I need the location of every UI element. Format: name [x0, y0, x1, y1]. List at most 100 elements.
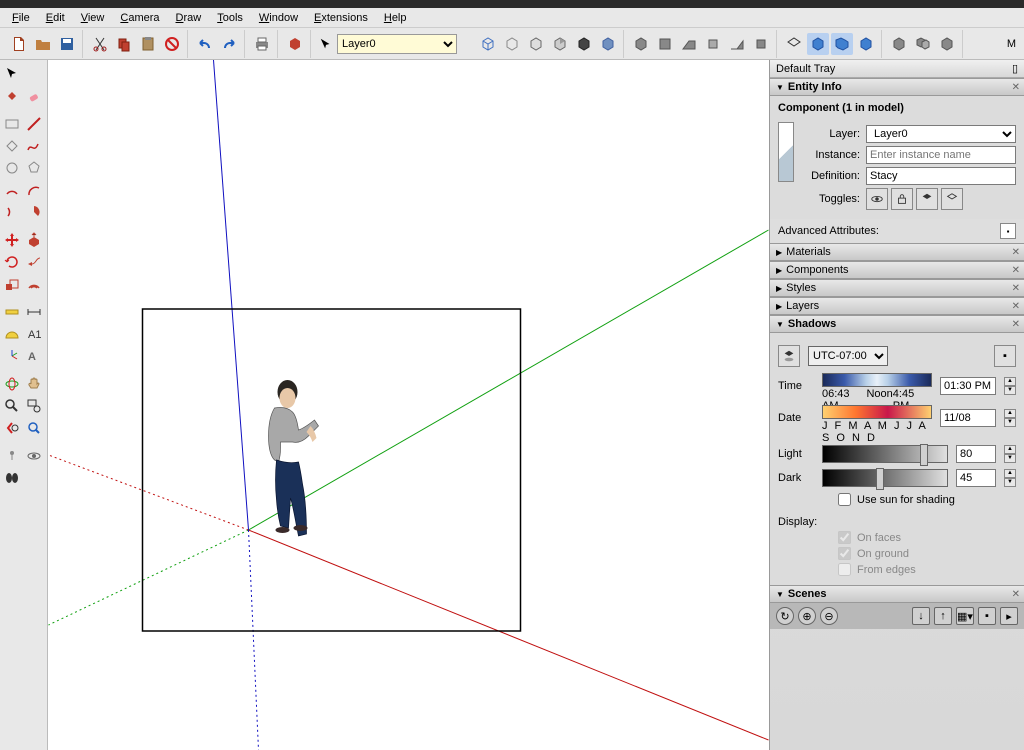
toggle-shadows-recv[interactable]: [941, 188, 963, 210]
zoom-prev-tool[interactable]: [2, 418, 22, 438]
menu-draw[interactable]: Draw: [168, 10, 210, 26]
axes-tool[interactable]: [2, 346, 22, 366]
make-component-button[interactable]: [24, 64, 44, 84]
shadows-settings-button[interactable]: ▪: [994, 345, 1016, 367]
light-slider[interactable]: [822, 445, 948, 463]
style-wire-button[interactable]: [477, 33, 499, 55]
panel-materials-head[interactable]: ▶Materials✕: [770, 243, 1024, 261]
pie-tool[interactable]: [24, 202, 44, 222]
arc-tool[interactable]: [2, 180, 22, 200]
zoom-tool[interactable]: [2, 396, 22, 416]
panel-shadows-head[interactable]: ▼Shadows✕: [770, 315, 1024, 333]
text-tool[interactable]: A1: [24, 324, 44, 344]
polygon-tool[interactable]: [24, 158, 44, 178]
new-file-button[interactable]: [8, 33, 30, 55]
copy-button[interactable]: [113, 33, 135, 55]
dark-spinner[interactable]: ▲▼: [1004, 469, 1016, 487]
solid-intersect-button[interactable]: [807, 33, 829, 55]
solid-trim-button[interactable]: [888, 33, 910, 55]
scene-remove-button[interactable]: ⊖: [820, 607, 838, 625]
light-spinner[interactable]: ▲▼: [1004, 445, 1016, 463]
layer-dropdown[interactable]: Layer0: [337, 34, 457, 54]
followme-tool[interactable]: [24, 252, 44, 272]
light-input[interactable]: [956, 445, 996, 463]
time-spinner[interactable]: ▲▼: [1004, 377, 1016, 395]
cut-button[interactable]: [89, 33, 111, 55]
circle-tool[interactable]: [2, 158, 22, 178]
rectangle-tool[interactable]: [2, 114, 22, 134]
3d-viewport[interactable]: [48, 60, 769, 750]
menu-help[interactable]: Help: [376, 10, 415, 26]
3dtext-tool[interactable]: A: [24, 346, 44, 366]
scene-up-button[interactable]: ↓: [912, 607, 930, 625]
solid-subtract-button[interactable]: [855, 33, 877, 55]
style-mono-button[interactable]: [573, 33, 595, 55]
offset-tool[interactable]: [24, 274, 44, 294]
timezone-select[interactable]: UTC-07:00: [808, 346, 888, 366]
line-tool[interactable]: [24, 114, 44, 134]
style-xray-button[interactable]: [597, 33, 619, 55]
tape-tool[interactable]: [2, 302, 22, 322]
view-iso-button[interactable]: [630, 33, 652, 55]
scene-view-button[interactable]: ▦▾: [956, 607, 974, 625]
zoom-window-tool[interactable]: [24, 396, 44, 416]
date-slider[interactable]: [822, 405, 932, 419]
dark-slider[interactable]: [822, 469, 948, 487]
pushpull-tool[interactable]: [24, 230, 44, 250]
toggle-shadows-cast[interactable]: [916, 188, 938, 210]
menu-camera[interactable]: Camera: [112, 10, 167, 26]
panel-styles-head[interactable]: ▶Styles✕: [770, 279, 1024, 297]
date-input[interactable]: [940, 409, 996, 427]
paste-button[interactable]: [137, 33, 159, 55]
pan-tool[interactable]: [24, 374, 44, 394]
redo-button[interactable]: [218, 33, 240, 55]
panel-layers-head[interactable]: ▶Layers✕: [770, 297, 1024, 315]
model-info-button[interactable]: [284, 33, 306, 55]
orbit-tool[interactable]: [2, 374, 22, 394]
solid-union-button[interactable]: [831, 33, 853, 55]
menu-view[interactable]: View: [73, 10, 113, 26]
paint-bucket-tool[interactable]: [2, 86, 22, 106]
panel-scenes-head[interactable]: ▼Scenes✕: [770, 585, 1024, 603]
panel-entity-info-head[interactable]: ▼Entity Info✕: [770, 78, 1024, 96]
pin-icon[interactable]: ▯: [1012, 62, 1018, 75]
eraser-tool[interactable]: [24, 86, 44, 106]
toolbar-overflow[interactable]: M: [1003, 38, 1020, 50]
select-tool[interactable]: [2, 64, 22, 84]
entity-definition-input[interactable]: [866, 167, 1016, 185]
section-tool[interactable]: [24, 468, 44, 488]
solid-outer-button[interactable]: [783, 33, 805, 55]
rotated-rect-tool[interactable]: [2, 136, 22, 156]
scale-tool[interactable]: [2, 274, 22, 294]
toggle-lock[interactable]: [891, 188, 913, 210]
dimension-tool[interactable]: [24, 302, 44, 322]
style-tex-button[interactable]: [549, 33, 571, 55]
save-button[interactable]: [56, 33, 78, 55]
rotate-tool[interactable]: [2, 252, 22, 272]
freehand-tool[interactable]: [24, 136, 44, 156]
arc3-tool[interactable]: [2, 202, 22, 222]
print-button[interactable]: [251, 33, 273, 55]
panel-components-head[interactable]: ▶Components✕: [770, 261, 1024, 279]
scene-details-button[interactable]: ▸: [1000, 607, 1018, 625]
advanced-expand-button[interactable]: ▪: [1000, 223, 1016, 239]
scene-update-button[interactable]: ↻: [776, 607, 794, 625]
view-right-button[interactable]: [702, 33, 724, 55]
protractor-tool[interactable]: [2, 324, 22, 344]
sun-shading-checkbox[interactable]: [838, 493, 851, 506]
view-back-button[interactable]: [726, 33, 748, 55]
menu-extensions[interactable]: Extensions: [306, 10, 376, 26]
date-spinner[interactable]: ▲▼: [1004, 409, 1016, 427]
menu-window[interactable]: Window: [251, 10, 306, 26]
position-camera-tool[interactable]: [2, 446, 22, 466]
style-shaded-button[interactable]: [525, 33, 547, 55]
shadows-toggle[interactable]: [778, 345, 800, 367]
scene-add-button[interactable]: ⊕: [798, 607, 816, 625]
open-file-button[interactable]: [32, 33, 54, 55]
style-hidden-button[interactable]: [501, 33, 523, 55]
undo-button[interactable]: [194, 33, 216, 55]
time-slider[interactable]: [822, 373, 932, 387]
scene-down-button[interactable]: ↑: [934, 607, 952, 625]
walk-tool[interactable]: [2, 468, 22, 488]
look-around-tool[interactable]: [24, 446, 44, 466]
